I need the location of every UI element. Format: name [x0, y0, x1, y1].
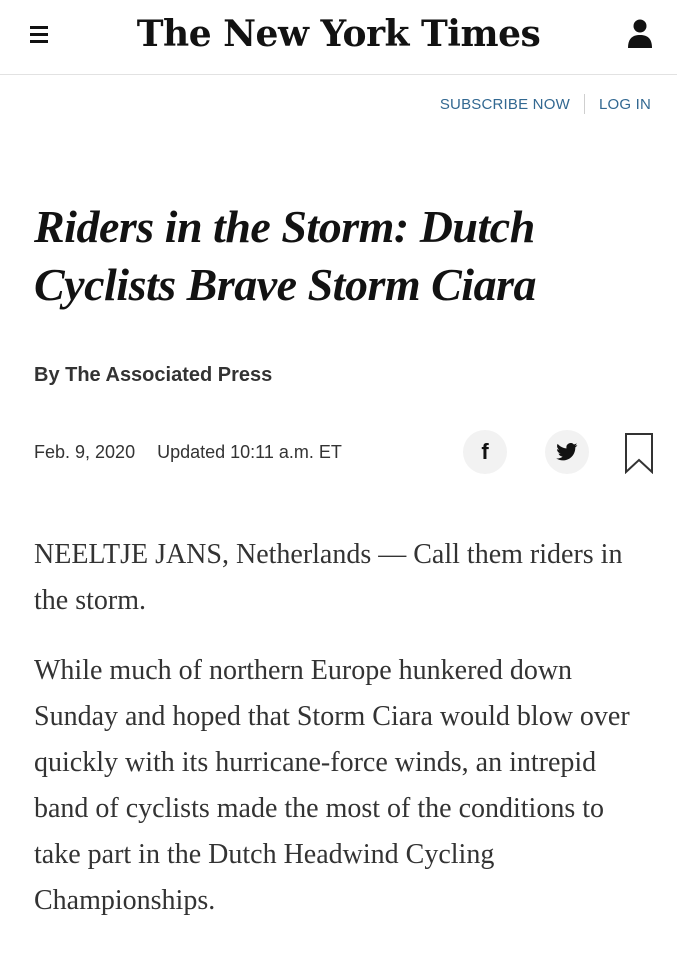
bookmark-icon — [625, 433, 653, 475]
article-meta-row: Feb. 9, 2020 Updated 10:11 a.m. ET f — [34, 430, 656, 476]
user-silhouette-icon — [628, 19, 652, 48]
facebook-icon: f — [481, 439, 489, 464]
nyt-logo[interactable]: The New York Times — [0, 12, 677, 56]
article-dates: Feb. 9, 2020 Updated 10:11 a.m. ET — [34, 442, 342, 463]
link-divider — [583, 94, 585, 114]
publish-date: Feb. 9, 2020 — [34, 442, 136, 462]
bookmark-save-button[interactable] — [624, 432, 654, 475]
article-headline: Riders in the Storm: Dutch Cyclists Brav… — [34, 201, 536, 310]
subscribe-now-link[interactable]: SUBSCRIBE NOW — [440, 96, 570, 113]
top-bar: The New York Times — [0, 0, 677, 75]
twitter-icon — [556, 443, 578, 461]
facebook-share-button[interactable]: f — [463, 430, 507, 474]
subscribe-login-row: SUBSCRIBE NOW LOG IN — [440, 94, 651, 114]
article-paragraph: While much of northern Europe hunkered d… — [34, 655, 630, 916]
twitter-share-button[interactable] — [545, 430, 589, 474]
user-account-icon[interactable] — [625, 16, 655, 50]
article-body: NEELTJE JANS, Netherlands — Call them ri… — [34, 532, 656, 948]
updated-time: Updated 10:11 a.m. ET — [157, 442, 342, 462]
article-paragraph: NEELTJE JANS, Netherlands — Call them ri… — [34, 539, 623, 616]
log-in-link[interactable]: LOG IN — [599, 96, 651, 113]
article-byline: By The Associated Press — [34, 364, 273, 386]
